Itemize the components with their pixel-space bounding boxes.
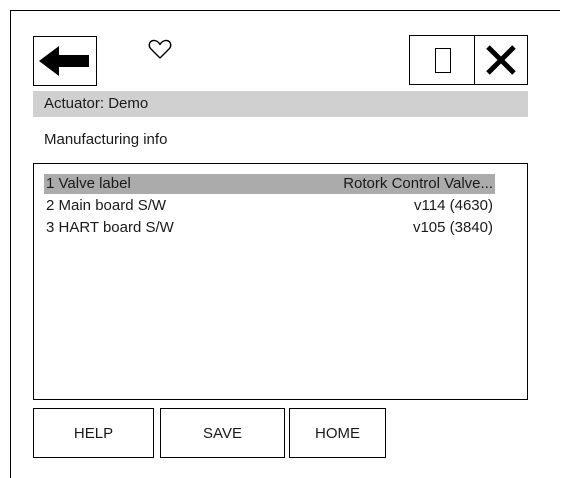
close-button[interactable] — [474, 35, 528, 85]
heart-outline-icon[interactable] — [148, 38, 172, 60]
stop-button[interactable] — [409, 35, 476, 85]
list-item-label: 1 Valve label — [46, 175, 131, 192]
arrow-left-icon — [39, 46, 89, 76]
actuator-title: Actuator: Demo — [44, 95, 149, 112]
list-item-value: v105 (3840) — [412, 219, 493, 236]
page-subtitle: Manufacturing info — [44, 131, 168, 148]
list-item-value: Rotork Control Valve... — [343, 175, 493, 192]
list-item-value: v114 (4630) — [414, 197, 493, 214]
actuator-title-bar: Actuator: Demo — [33, 91, 528, 117]
list-item-label: 2 Main board S/W — [46, 197, 167, 214]
save-button[interactable]: SAVE — [160, 408, 285, 458]
back-button[interactable] — [33, 36, 97, 86]
close-x-icon — [486, 45, 516, 75]
list-item-label: 3 HART board S/W — [46, 219, 174, 236]
list-item-main-board-sw[interactable]: 2 Main board S/W v114 (4630) — [44, 196, 495, 216]
square-icon — [434, 47, 451, 73]
list-item-hart-board-sw[interactable]: 3 HART board S/W v105 (3840) — [44, 218, 495, 238]
help-button[interactable]: HELP — [33, 408, 154, 458]
home-button[interactable]: HOME — [289, 408, 386, 458]
info-list[interactable]: 1 Valve label Rotork Control Valve... 2 … — [33, 163, 528, 400]
list-item-valve-label[interactable]: 1 Valve label Rotork Control Valve... — [44, 174, 495, 194]
